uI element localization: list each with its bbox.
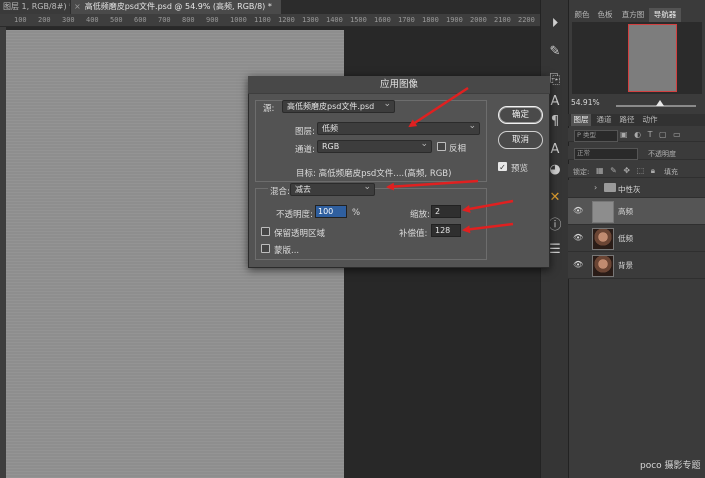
preview-checkbox[interactable]: ✓ <box>498 162 507 172</box>
layer-thumbnail <box>592 255 614 277</box>
document-tab-label: 高低频磨皮psd文件.psd @ 54.9% (高频, RGB/8) * <box>84 2 272 11</box>
watermark-logo: poco 摄影专题 <box>640 461 701 471</box>
document-tab-layer1[interactable]: 图层 1, RGB/8#) * <box>0 0 70 14</box>
layer-thumbnail <box>592 201 614 223</box>
ruler-tick: 2100 <box>494 16 511 24</box>
offset-label: 补偿值: <box>399 229 428 239</box>
eye-icon[interactable]: 👁︎ <box>573 206 583 215</box>
layer-opacity-label: 不透明度 <box>648 150 676 158</box>
layer-name: 高频 <box>618 207 633 216</box>
close-icon[interactable]: × <box>74 2 81 11</box>
document-tab-label: 图层 1, RGB/8#) * <box>3 2 70 11</box>
layer-blend-mode-select[interactable]: 正常 <box>574 148 638 160</box>
blending-label: 混合: <box>268 185 292 197</box>
chevron-right-icon[interactable]: › <box>594 183 597 192</box>
zoom-slider-handle[interactable] <box>656 100 664 106</box>
source-select[interactable]: 高低频磨皮psd文件.psd <box>282 98 395 113</box>
brush-settings-icon[interactable]: ✎ <box>545 42 565 62</box>
history-icon[interactable]: ⏵ <box>545 14 565 34</box>
tab-actions[interactable]: 动作 <box>640 114 660 126</box>
opacity-label: 不透明度: <box>276 210 313 220</box>
ruler-tick: 1000 <box>230 16 247 24</box>
ruler-tick: 1600 <box>374 16 391 24</box>
scale-input[interactable]: 2 <box>431 205 461 218</box>
layer-row[interactable]: 👁︎ 低频 <box>568 225 705 252</box>
navigator-view-box[interactable] <box>628 24 677 92</box>
ruler-tick: 1800 <box>422 16 439 24</box>
lock-label: 锁定: <box>573 168 590 176</box>
scale-label: 缩放: <box>410 210 430 220</box>
dialog-title: 应用图像 <box>248 76 550 94</box>
layer-select[interactable]: 低频 <box>317 120 480 135</box>
ruler-tick: 1300 <box>302 16 319 24</box>
invert-label: 反相 <box>449 144 467 154</box>
layer-thumbnail <box>592 228 614 250</box>
fill-label: 填充 <box>664 168 678 176</box>
preserve-transparency-checkbox[interactable] <box>261 227 270 236</box>
layer-kind-filter[interactable]: P 类型 <box>574 130 618 142</box>
preview-label: 预览 <box>511 164 529 174</box>
ruler-tick: 1700 <box>398 16 415 24</box>
mask-checkbox[interactable] <box>261 244 270 253</box>
ruler-tick: 800 <box>182 16 195 24</box>
filter-icons[interactable]: ▣ ◐ T ▢ ▭ <box>620 130 683 139</box>
target-text: 目标: 高低频磨皮psd文件....(高频, RGB) <box>296 169 452 179</box>
channel-label: 通道: <box>295 145 315 155</box>
offset-input[interactable]: 128 <box>431 224 461 237</box>
tab-histogram[interactable]: 直方图 <box>618 8 648 22</box>
blending-select[interactable]: 减去 <box>290 181 375 196</box>
folder-icon <box>604 183 616 192</box>
opacity-input[interactable]: 100 <box>315 205 347 218</box>
cancel-button[interactable]: 取消 <box>498 131 543 149</box>
ruler-tick: 1200 <box>278 16 295 24</box>
layer-blend-row: 正常 不透明度 <box>568 146 705 160</box>
layer-label: 图层: <box>295 127 315 137</box>
ok-button[interactable]: 确定 <box>498 106 543 124</box>
layer-row-group[interactable]: › 中性灰 <box>568 180 705 198</box>
horizontal-ruler: 100 200 300 400 500 600 700 800 900 1000 1100 1200 1… <box>0 14 540 27</box>
navigator-panel-tabs: 颜色 色板 直方图 导航器 <box>568 8 705 22</box>
tab-paths[interactable]: 路径 <box>617 114 637 126</box>
layer-name: 中性灰 <box>618 185 641 194</box>
ruler-tick: 1900 <box>446 16 463 24</box>
ruler-tick: 2000 <box>470 16 487 24</box>
tab-swatches[interactable]: 色板 <box>594 8 616 22</box>
layer-name: 背景 <box>618 261 633 270</box>
channel-select[interactable]: RGB <box>317 138 432 153</box>
layer-filter-row: P 类型 ▣ ◐ T ▢ ▭ <box>568 128 705 142</box>
ruler-tick: 100 <box>14 16 27 24</box>
tab-layers[interactable]: 图层 <box>571 114 591 126</box>
ruler-tick: 500 <box>110 16 123 24</box>
ruler-tick: 1400 <box>326 16 343 24</box>
mask-label: 蒙版... <box>274 246 300 256</box>
layers-panel-tabs: 图层 通道 路径 动作 <box>568 114 705 126</box>
navigator-zoom-row: 54.91% <box>568 98 705 110</box>
ruler-tick: 1500 <box>350 16 367 24</box>
preserve-transparency-label: 保留透明区域 <box>274 229 326 239</box>
layer-row-selected[interactable]: 👁︎ 高频 <box>568 198 705 225</box>
document-tab-bar: 图层 1, RGB/8#) * × 高低频磨皮psd文件.psd @ 54.9% … <box>0 0 540 14</box>
ruler-tick: 900 <box>206 16 219 24</box>
ruler-tick: 400 <box>86 16 99 24</box>
ruler-tick: 200 <box>38 16 51 24</box>
tab-color[interactable]: 颜色 <box>571 8 593 22</box>
tab-channels[interactable]: 通道 <box>594 114 614 126</box>
tab-navigator[interactable]: 导航器 <box>649 8 681 22</box>
lock-icons[interactable]: ▦ ✎ ✥ ⬚ 🔒︎ <box>596 166 657 176</box>
layer-lock-row: 锁定: ▦ ✎ ✥ ⬚ 🔒︎ 填充 <box>568 164 705 178</box>
layer-name: 低频 <box>618 234 633 243</box>
ruler-tick: 1100 <box>254 16 271 24</box>
opacity-unit: % <box>352 208 361 218</box>
ruler-tick: 700 <box>158 16 171 24</box>
source-label: 源: <box>263 104 275 114</box>
layer-row[interactable]: 👁︎ 背景 <box>568 252 705 279</box>
zoom-level[interactable]: 54.91% <box>571 98 600 107</box>
eye-icon[interactable]: 👁︎ <box>573 260 583 269</box>
ruler-tick: 600 <box>134 16 147 24</box>
document-tab-active[interactable]: × 高低频磨皮psd文件.psd @ 54.9% (高频, RGB/8) * <box>71 0 281 14</box>
ruler-tick: 2200 <box>518 16 535 24</box>
invert-checkbox[interactable] <box>437 142 446 151</box>
eye-icon[interactable]: 👁︎ <box>573 233 583 242</box>
ruler-tick: 300 <box>62 16 75 24</box>
